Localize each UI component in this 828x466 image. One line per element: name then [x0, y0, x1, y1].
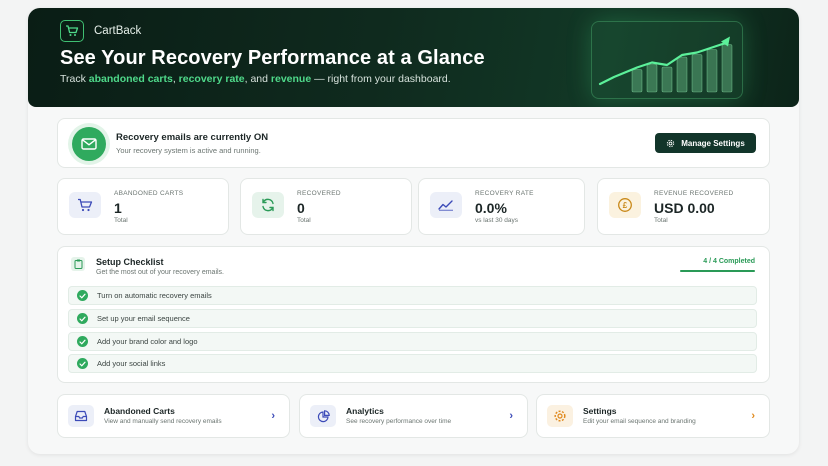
status-subtitle: Your recovery system is active and runni…: [116, 146, 261, 155]
checklist-item-label: Turn on automatic recovery emails: [97, 291, 212, 300]
stat-note: Total: [654, 217, 668, 224]
hero-title: See Your Recovery Performance at a Glanc…: [60, 47, 485, 69]
growth-chart-icon: [598, 36, 733, 93]
refresh-icon: [252, 192, 284, 218]
illustration-bar: [631, 69, 643, 93]
checklist-progress-fill: [680, 270, 755, 272]
stat-value: 0: [297, 200, 305, 216]
manage-settings-label: Manage Settings: [681, 138, 745, 148]
brand-name: CartBack: [94, 25, 142, 37]
checklist-item[interactable]: Add your social links: [68, 354, 757, 373]
inbox-icon: [68, 405, 94, 427]
checklist-item-label: Add your social links: [97, 359, 166, 368]
stat-value: 0.0%: [475, 200, 507, 216]
nav-card-settings[interactable]: Settings Edit your email sequence and br…: [536, 394, 770, 438]
recovery-status-card: Recovery emails are currently ON Your re…: [57, 118, 770, 168]
brand: CartBack: [60, 20, 141, 42]
stat-note: Total: [114, 217, 128, 224]
stat-label: RECOVERED: [297, 190, 341, 197]
nav-card-title: Abandoned Carts: [104, 406, 175, 416]
cart-logo-icon: [60, 20, 84, 42]
hero-subtitle: Track abandoned carts, recovery rate, an…: [60, 73, 451, 85]
nav-card-title: Settings: [583, 406, 617, 416]
checklist-item[interactable]: Add your brand color and logo: [68, 332, 757, 351]
stat-card-abandoned-carts[interactable]: ABANDONED CARTS 1 Total: [57, 178, 229, 235]
cart-icon: [69, 192, 101, 218]
illustration-bar: [646, 64, 658, 93]
chevron-right-icon: ›: [509, 410, 513, 422]
coin-icon: £: [609, 192, 641, 218]
chevron-right-icon: ›: [751, 410, 755, 422]
stat-card-recovery-rate[interactable]: RECOVERY RATE 0.0% vs last 30 days: [418, 178, 585, 235]
gear-icon: [547, 405, 573, 427]
stat-value: USD 0.00: [654, 200, 715, 216]
clipboard-icon: [71, 257, 85, 271]
svg-text:£: £: [623, 201, 628, 210]
hero-growth-chart-illustration: [591, 21, 743, 99]
email-icon: [72, 127, 106, 161]
checklist-progress-bar: [680, 270, 755, 272]
trend-icon: [430, 192, 462, 218]
illustration-bar: [721, 44, 733, 93]
illustration-bar: [661, 66, 673, 93]
hero-banner: CartBack See Your Recovery Performance a…: [28, 8, 799, 107]
checklist-subtitle: Get the most out of your recovery emails…: [96, 269, 224, 276]
checklist-item[interactable]: Set up your email sequence: [68, 309, 757, 328]
illustration-bar: [691, 54, 703, 93]
stat-card-revenue-recovered[interactable]: £ REVENUE RECOVERED USD 0.00 Total: [597, 178, 770, 235]
nav-card-analytics[interactable]: Analytics See recovery performance over …: [299, 394, 528, 438]
stat-note: vs last 30 days: [475, 217, 518, 224]
gear-icon: [667, 139, 675, 147]
illustration-bar: [676, 56, 688, 93]
check-icon: [77, 336, 88, 347]
chevron-right-icon: ›: [271, 410, 275, 422]
checklist-item[interactable]: Turn on automatic recovery emails: [68, 286, 757, 305]
nav-card-subtitle: See recovery performance over time: [346, 418, 452, 425]
stat-label: RECOVERY RATE: [475, 190, 534, 197]
setup-checklist-card: Setup Checklist Get the most out of your…: [57, 246, 770, 383]
checklist-title: Setup Checklist: [96, 257, 164, 267]
stat-value: 1: [114, 200, 122, 216]
nav-card-title: Analytics: [346, 406, 384, 416]
check-icon: [77, 358, 88, 369]
check-icon: [77, 290, 88, 301]
nav-card-subtitle: View and manually send recovery emails: [104, 418, 222, 425]
stat-note: Total: [297, 217, 311, 224]
stat-label: REVENUE RECOVERED: [654, 190, 734, 197]
checklist-item-label: Set up your email sequence: [97, 314, 190, 323]
illustration-bar: [706, 49, 718, 93]
stat-card-recovered[interactable]: RECOVERED 0 Total: [240, 178, 412, 235]
checklist-item-label: Add your brand color and logo: [97, 337, 198, 346]
status-title: Recovery emails are currently ON: [116, 132, 269, 143]
stat-label: ABANDONED CARTS: [114, 190, 184, 197]
checklist-progress-label: 4 / 4 Completed: [703, 258, 755, 265]
nav-card-abandoned-carts[interactable]: Abandoned Carts View and manually send r…: [57, 394, 290, 438]
check-icon: [77, 313, 88, 324]
manage-settings-button[interactable]: Manage Settings: [655, 133, 756, 153]
pie-chart-icon: [310, 405, 336, 427]
nav-card-subtitle: Edit your email sequence and branding: [583, 418, 696, 425]
